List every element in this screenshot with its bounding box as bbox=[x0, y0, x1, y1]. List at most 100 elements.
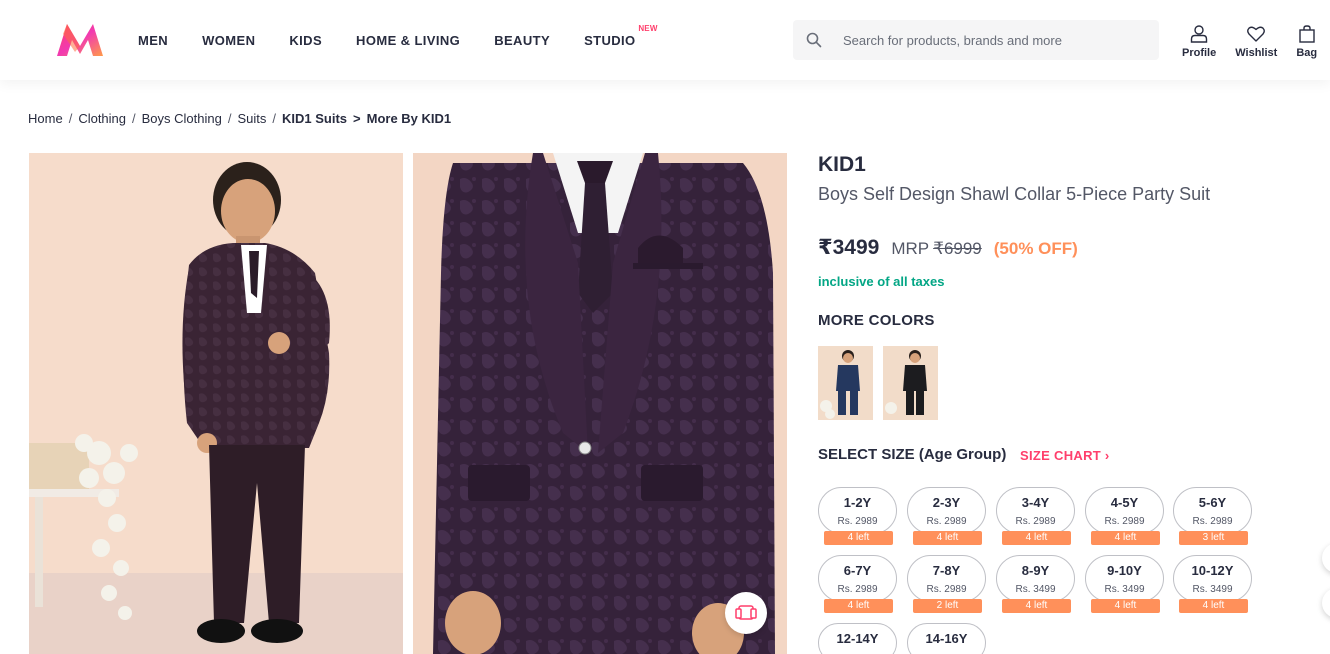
size-option[interactable]: 5-6Y Rs. 2989 3 left bbox=[1173, 487, 1252, 545]
color-swatch-navy[interactable] bbox=[818, 346, 873, 420]
stock-badge: 4 left bbox=[1002, 599, 1071, 613]
breadcrumb: Home / Clothing / Boys Clothing / Suits / KI… bbox=[28, 111, 451, 126]
breadcrumb-separator: / bbox=[132, 111, 136, 126]
size-option[interactable]: 2-3Y Rs. 2989 4 left bbox=[907, 487, 986, 545]
size-label: 8-9Y bbox=[1021, 563, 1050, 578]
size-price: Rs. 3499 bbox=[1192, 584, 1233, 595]
breadcrumb-arrow: > bbox=[353, 111, 361, 126]
size-label: 7-8Y bbox=[932, 563, 961, 578]
view-similar-button[interactable] bbox=[725, 592, 767, 634]
search-icon[interactable] bbox=[793, 20, 835, 60]
chevron-right-icon: › bbox=[1104, 448, 1110, 463]
size-price: Rs. 2989 bbox=[1104, 516, 1145, 527]
tax-note: inclusive of all taxes bbox=[818, 274, 945, 289]
mrp-price: ₹6999 bbox=[933, 239, 982, 258]
wishlist-button[interactable]: Wishlist bbox=[1235, 24, 1277, 59]
breadcrumb-boys-clothing[interactable]: Boys Clothing bbox=[142, 111, 222, 126]
search-bar[interactable] bbox=[793, 20, 1159, 60]
bag-icon bbox=[1299, 25, 1315, 43]
nav-home-living[interactable]: HOME & LIVING bbox=[356, 33, 460, 48]
product-image-2[interactable] bbox=[413, 153, 787, 654]
product-name: Boys Self Design Shawl Collar 5-Piece Pa… bbox=[818, 184, 1211, 204]
size-label: 1-2Y bbox=[843, 495, 872, 510]
size-price: Rs. 3499 bbox=[1015, 584, 1056, 595]
stock-badge: 4 left bbox=[913, 531, 982, 545]
heart-icon bbox=[1247, 26, 1266, 42]
breadcrumb-separator: / bbox=[227, 111, 232, 126]
size-label: 4-5Y bbox=[1110, 495, 1139, 510]
stock-badge: 3 left bbox=[1179, 531, 1248, 545]
size-price: Rs. 2989 bbox=[837, 516, 878, 527]
size-price: Rs. 3499 bbox=[1104, 584, 1145, 595]
nav-studio[interactable]: STUDIO NEW bbox=[584, 24, 657, 48]
nav-kids-label: KIDS bbox=[289, 32, 323, 48]
profile-label: Profile bbox=[1182, 47, 1217, 59]
nav-home-living-label: HOME & LIVING bbox=[356, 32, 461, 48]
product-brand: KID1 bbox=[818, 153, 866, 176]
size-chart-link[interactable]: SIZE CHART › bbox=[1020, 448, 1110, 463]
nav-women-label: WOMEN bbox=[202, 32, 256, 48]
nav-beauty-label: BEAUTY bbox=[494, 32, 551, 48]
view-similar-icon bbox=[735, 605, 757, 620]
size-chart-label: SIZE CHART bbox=[1020, 448, 1101, 463]
size-label: 5-6Y bbox=[1198, 495, 1227, 510]
stock-badge: 4 left bbox=[1002, 531, 1071, 545]
search-input[interactable] bbox=[843, 32, 1143, 48]
breadcrumb-home[interactable]: Home bbox=[28, 111, 63, 126]
size-option[interactable]: 1-2Y Rs. 2989 4 left bbox=[818, 487, 897, 545]
price-row: ₹3499 MRP ₹6999 (50% OFF) bbox=[818, 235, 1078, 260]
wishlist-label: Wishlist bbox=[1235, 47, 1278, 59]
size-price: Rs. 2989 bbox=[1192, 516, 1233, 527]
size-price: Rs. 2989 bbox=[926, 584, 967, 595]
size-label: 12-14Y bbox=[836, 631, 879, 646]
size-option[interactable]: 12-14Y bbox=[818, 623, 897, 654]
bag-label: Bag bbox=[1296, 47, 1318, 59]
stock-badge: 4 left bbox=[824, 599, 893, 613]
nav-women[interactable]: WOMEN bbox=[202, 33, 255, 48]
bag-button[interactable]: Bag bbox=[1296, 24, 1317, 59]
size-option[interactable]: 10-12Y Rs. 3499 4 left bbox=[1173, 555, 1252, 613]
size-option[interactable]: 8-9Y Rs. 3499 4 left bbox=[996, 555, 1075, 613]
stock-badge: 4 left bbox=[1091, 599, 1160, 613]
more-colors-title: MORE COLORS bbox=[818, 312, 935, 329]
mrp-label: MRP bbox=[891, 239, 930, 258]
nav-men[interactable]: MEN bbox=[138, 33, 168, 48]
product-image-1[interactable] bbox=[29, 153, 403, 654]
size-option[interactable]: 4-5Y Rs. 2989 4 left bbox=[1085, 487, 1164, 545]
select-size-title: SELECT SIZE (Age Group) bbox=[818, 446, 1007, 463]
discount-percent: (50% OFF) bbox=[993, 239, 1078, 258]
size-label: 14-16Y bbox=[925, 631, 968, 646]
stock-badge: 4 left bbox=[1179, 599, 1248, 613]
nav-studio-label: STUDIO bbox=[584, 32, 636, 48]
breadcrumb-more-by-brand[interactable]: More By KID1 bbox=[367, 111, 452, 126]
size-label: 10-12Y bbox=[1191, 563, 1234, 578]
profile-icon bbox=[1190, 25, 1208, 43]
size-option[interactable]: 9-10Y Rs. 3499 4 left bbox=[1085, 555, 1164, 613]
main-nav: MEN WOMEN KIDS HOME & LIVING BEAUTY STUD… bbox=[138, 0, 670, 80]
size-option[interactable]: 14-16Y bbox=[907, 623, 986, 654]
profile-button[interactable]: Profile bbox=[1182, 24, 1216, 59]
nav-men-label: MEN bbox=[138, 32, 169, 48]
size-label: 2-3Y bbox=[932, 495, 961, 510]
stock-badge: 4 left bbox=[1091, 531, 1160, 545]
stock-badge: 4 left bbox=[824, 531, 893, 545]
size-price: Rs. 2989 bbox=[837, 584, 878, 595]
size-option[interactable]: 7-8Y Rs. 2989 2 left bbox=[907, 555, 986, 613]
breadcrumb-separator: / bbox=[272, 111, 277, 126]
myntra-logo[interactable] bbox=[55, 22, 105, 58]
size-price: Rs. 2989 bbox=[1015, 516, 1056, 527]
color-swatch-black[interactable] bbox=[883, 346, 938, 420]
breadcrumb-clothing[interactable]: Clothing bbox=[78, 111, 126, 126]
size-label: 6-7Y bbox=[843, 563, 872, 578]
header-actions: Profile Wishlist Bag bbox=[1182, 24, 1330, 59]
breadcrumb-current: KID1 Suits bbox=[282, 111, 348, 126]
floating-action-button[interactable] bbox=[1322, 543, 1330, 573]
size-option[interactable]: 6-7Y Rs. 2989 4 left bbox=[818, 555, 897, 613]
floating-action-button[interactable] bbox=[1322, 588, 1330, 618]
stock-badge: 2 left bbox=[913, 599, 982, 613]
size-option[interactable]: 3-4Y Rs. 2989 4 left bbox=[996, 487, 1075, 545]
breadcrumb-suits[interactable]: Suits bbox=[237, 111, 266, 126]
nav-kids[interactable]: KIDS bbox=[289, 33, 322, 48]
nav-beauty[interactable]: BEAUTY bbox=[494, 33, 550, 48]
size-label: 3-4Y bbox=[1021, 495, 1050, 510]
